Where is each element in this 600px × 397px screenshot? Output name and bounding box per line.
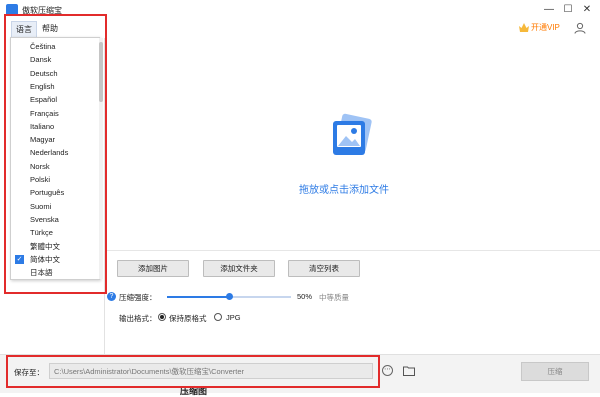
output-format-label: 输出格式：: [119, 314, 157, 323]
compress-button[interactable]: 压缩: [521, 362, 589, 381]
compression-value: 50%: [297, 292, 313, 301]
add-folder-button[interactable]: 添加文件夹: [203, 260, 275, 277]
compression-label: 压缩强度：: [119, 293, 157, 302]
vip-button[interactable]: 开通VIP: [531, 22, 560, 33]
image-files-icon: [333, 113, 372, 155]
radio-selected-dot: [160, 315, 164, 319]
highlight-save-path: [6, 355, 380, 388]
minimize-button[interactable]: —: [541, 2, 557, 18]
compression-slider-fill: [167, 296, 229, 298]
radio-keep-original-label[interactable]: 保持原格式: [169, 313, 207, 324]
help-icon[interactable]: ?: [107, 292, 116, 301]
add-image-button[interactable]: 添加图片: [117, 260, 189, 277]
compression-quality: 中等质量: [319, 293, 349, 302]
close-button[interactable]: ✕: [579, 2, 595, 18]
more-options-icon[interactable]: ⋯: [382, 365, 393, 376]
compression-slider-handle[interactable]: [226, 293, 233, 300]
user-icon[interactable]: [574, 22, 586, 34]
radio-jpg[interactable]: [214, 313, 222, 321]
divider: [104, 250, 600, 251]
drop-hint: 拖放或点击添加文件: [299, 185, 389, 196]
radio-jpg-label[interactable]: JPG: [226, 313, 241, 322]
folder-icon[interactable]: [403, 365, 415, 376]
maximize-button[interactable]: ☐: [560, 2, 576, 18]
highlight-language-menu: [4, 14, 107, 294]
clear-list-button[interactable]: 清空列表: [288, 260, 360, 277]
crown-icon: [519, 23, 529, 32]
